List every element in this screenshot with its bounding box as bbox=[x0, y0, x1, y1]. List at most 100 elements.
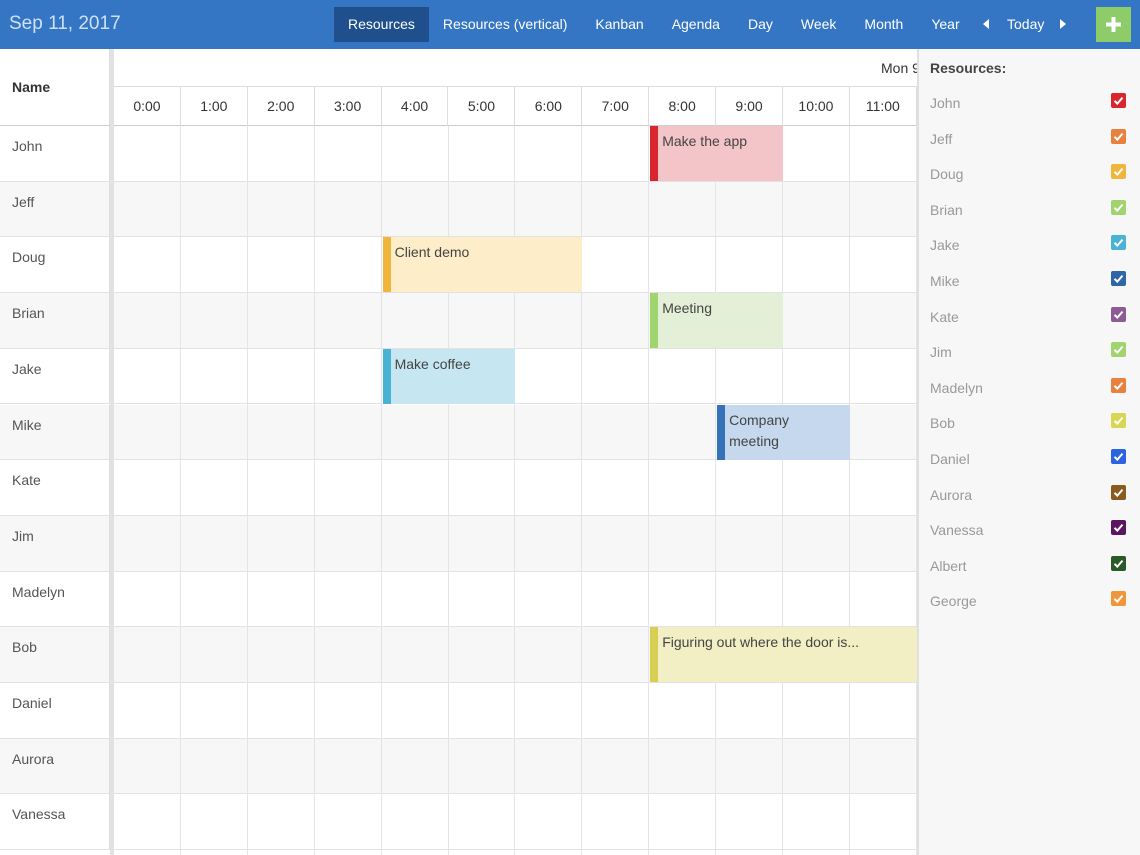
resource-name: John bbox=[0, 126, 110, 181]
current-date: Sep 11, 2017 bbox=[9, 13, 121, 34]
resource-name: Kate bbox=[0, 460, 110, 515]
resource-name: Mike bbox=[0, 404, 110, 460]
event-block[interactable]: Client demo bbox=[382, 237, 583, 293]
event-color-bar bbox=[650, 126, 659, 181]
hour-label: 4:00 bbox=[382, 87, 449, 126]
checkmark-icon bbox=[1113, 203, 1124, 212]
checkmark-icon bbox=[1113, 488, 1124, 497]
resource-row[interactable]: Madelyn bbox=[0, 571, 917, 628]
resource-scheduler: John Jeff Doug Brian Jake Mike Kate Jim Madelyn B… bbox=[0, 49, 917, 855]
checkmark-icon bbox=[1113, 274, 1124, 284]
event-color-bar bbox=[650, 293, 659, 349]
tab-month[interactable]: Month bbox=[850, 7, 917, 42]
checkmark-icon bbox=[1113, 346, 1124, 355]
resource-filter-item[interactable]: Aurora bbox=[919, 478, 1140, 514]
resource-name: Daniel bbox=[0, 683, 110, 738]
resource-checkbox[interactable] bbox=[1111, 199, 1126, 215]
resource-name: Brian bbox=[0, 293, 110, 348]
resource-filter-item[interactable]: Madelyn bbox=[919, 371, 1140, 407]
resource-filter-label: Jeff bbox=[930, 130, 953, 147]
resource-checkbox[interactable] bbox=[1111, 377, 1126, 393]
tab-week[interactable]: Week bbox=[787, 7, 851, 42]
resource-filter-label: Doug bbox=[930, 166, 964, 183]
resource-filter-item[interactable]: George bbox=[919, 584, 1140, 620]
resource-filter-item[interactable]: Jeff bbox=[919, 122, 1140, 158]
resource-filter-label: Jim bbox=[930, 344, 952, 361]
resource-name: Aurora bbox=[0, 738, 110, 794]
resource-filter-item[interactable]: Doug bbox=[919, 157, 1140, 193]
resource-filter-item[interactable]: Brian bbox=[919, 193, 1140, 229]
resource-filter-label: Bob bbox=[930, 415, 955, 432]
resource-filter-label: Aurora bbox=[930, 486, 973, 503]
event-color-bar bbox=[382, 237, 391, 293]
resource-filter-label: George bbox=[930, 593, 977, 610]
resource-checkbox[interactable] bbox=[1111, 591, 1126, 607]
resource-checkbox[interactable] bbox=[1111, 520, 1126, 536]
resource-filter-item[interactable]: Jake bbox=[919, 228, 1140, 264]
checkmark-icon bbox=[1113, 524, 1124, 533]
resource-filter-item[interactable]: Mike bbox=[919, 264, 1140, 300]
resource-checkbox[interactable] bbox=[1111, 342, 1126, 358]
next-button[interactable] bbox=[1056, 13, 1070, 35]
resource-filter-item[interactable]: Bob bbox=[919, 406, 1140, 442]
column-splitter[interactable] bbox=[110, 49, 114, 855]
tab-agenda[interactable]: Agenda bbox=[658, 7, 734, 42]
resource-checkbox[interactable] bbox=[1111, 164, 1126, 180]
resource-checkbox[interactable] bbox=[1111, 235, 1126, 251]
resource-filter-label: Madelyn bbox=[930, 379, 983, 396]
previous-button[interactable] bbox=[979, 13, 993, 35]
today-button[interactable]: Today bbox=[1000, 7, 1051, 42]
view-tabs: Resources Resources (vertical) Kanban Agend… bbox=[334, 7, 974, 42]
resource-filter-item[interactable]: Vanessa bbox=[919, 513, 1140, 549]
resource-filter-item[interactable]: Kate bbox=[919, 300, 1140, 336]
checkmark-icon bbox=[1113, 132, 1124, 141]
resource-checkbox[interactable] bbox=[1111, 306, 1126, 322]
resource-filter-item[interactable]: Daniel bbox=[919, 442, 1140, 478]
event-block[interactable]: Make the app bbox=[650, 126, 783, 181]
hour-label: 2:00 bbox=[248, 87, 315, 126]
resource-filter-label: Jake bbox=[930, 237, 960, 254]
event-title: Figuring out where the door is... bbox=[662, 634, 860, 651]
resource-checkbox[interactable] bbox=[1111, 449, 1126, 464]
resource-checkbox[interactable] bbox=[1111, 128, 1126, 144]
resource-checkbox[interactable] bbox=[1111, 271, 1126, 286]
hour-label: 6:00 bbox=[515, 87, 583, 126]
resource-checkbox[interactable] bbox=[1111, 555, 1126, 571]
resource-filter-item[interactable]: John bbox=[919, 86, 1140, 122]
resource-row[interactable]: Jeff bbox=[0, 181, 917, 238]
checkmark-icon bbox=[1113, 96, 1124, 106]
event-block[interactable]: Figuring out where the door is... bbox=[650, 627, 917, 683]
hour-label: 8:00 bbox=[649, 87, 717, 126]
resource-row[interactable]: Jim bbox=[0, 515, 917, 572]
tab-day[interactable]: Day bbox=[734, 7, 787, 42]
resource-name: Jim bbox=[0, 515, 110, 571]
checkmark-icon bbox=[1113, 381, 1124, 390]
resource-row[interactable]: Aurora bbox=[0, 738, 917, 795]
checkmark-icon bbox=[1113, 559, 1124, 568]
resource-row[interactable]: Vanessa bbox=[0, 794, 917, 851]
resource-filter-item[interactable]: Albert bbox=[919, 549, 1140, 585]
tab-year[interactable]: Year bbox=[917, 7, 973, 42]
event-color-bar bbox=[717, 404, 726, 460]
top-toolbar: Sep 11, 2017 Resources Resources (vertica… bbox=[0, 0, 1140, 49]
hour-label: 11:00 bbox=[850, 87, 917, 126]
resource-row[interactable]: Daniel bbox=[0, 683, 917, 739]
resource-rows: John Jeff Doug Brian Jake Mike Kate Jim Madelyn B… bbox=[0, 126, 917, 855]
tab-resources-vertical[interactable]: Resources (vertical) bbox=[429, 7, 581, 42]
hour-label: 1:00 bbox=[181, 87, 248, 126]
resource-filter-item[interactable]: Jim bbox=[919, 335, 1140, 371]
resource-row[interactable]: Kate bbox=[0, 460, 917, 516]
add-event-button[interactable] bbox=[1096, 7, 1131, 42]
tab-resources[interactable]: Resources bbox=[334, 7, 429, 42]
resource-checkbox[interactable] bbox=[1111, 413, 1126, 429]
event-block[interactable]: Meeting bbox=[650, 293, 783, 349]
hour-label: 10:00 bbox=[783, 87, 850, 126]
event-block[interactable]: Make coffee bbox=[382, 348, 516, 404]
event-title: Make the app bbox=[662, 133, 748, 149]
resource-checkbox[interactable] bbox=[1111, 484, 1126, 500]
event-block[interactable]: Company meeting bbox=[717, 404, 850, 460]
event-color-bar bbox=[382, 348, 391, 404]
resource-checkbox[interactable] bbox=[1111, 93, 1126, 108]
checkmark-icon bbox=[1113, 595, 1124, 604]
tab-kanban[interactable]: Kanban bbox=[581, 7, 657, 42]
